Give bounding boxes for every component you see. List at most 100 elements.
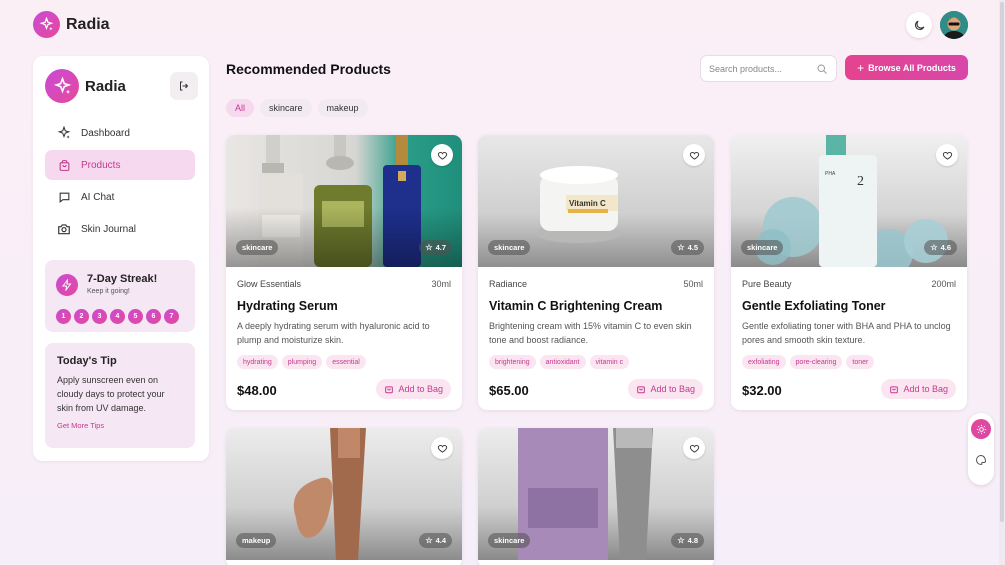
product-image: skincare ☆ 4.8: [478, 428, 714, 560]
add-to-bag-button[interactable]: Add to Bag: [628, 379, 703, 399]
product-brand: Radiance: [489, 279, 528, 289]
user-avatar[interactable]: [940, 11, 968, 39]
logout-button[interactable]: [170, 72, 198, 100]
product-name: Vitamin C Brightening Cream: [489, 299, 663, 313]
rating-badge: ☆ 4.6: [924, 240, 957, 255]
product-brand-line: Radiance 50ml: [489, 279, 703, 289]
light-mode-button[interactable]: [971, 419, 991, 439]
app-title: Radia: [66, 15, 110, 33]
sparkle-icon: [56, 125, 72, 141]
scrollbar-thumb[interactable]: [1000, 2, 1004, 522]
sidebar-item-skin-journal[interactable]: Skin Journal: [45, 214, 195, 244]
streak-days: 1 2 3 4 5 6 7: [56, 309, 182, 324]
product-card[interactable]: makeup ☆ 4.4: [226, 428, 462, 565]
product-price: $48.00: [237, 383, 277, 398]
lightning-icon: [56, 274, 78, 296]
product-price: $32.00: [742, 383, 782, 398]
top-bar: Radia: [0, 0, 1005, 50]
bag-icon: [385, 386, 394, 394]
product-description: Gentle exfoliating toner with BHA and PH…: [742, 321, 951, 345]
plus-icon: +: [857, 60, 865, 75]
product-card[interactable]: skincare ☆ 4.7 Glow Essentials 30ml Hydra…: [226, 135, 462, 410]
favorite-button[interactable]: [431, 144, 453, 166]
star-icon: ☆: [930, 243, 938, 252]
streak-day: 7: [164, 309, 179, 324]
sidebar-item-dashboard[interactable]: Dashboard: [45, 118, 195, 148]
more-tips-link[interactable]: Get More Tips: [57, 421, 183, 430]
svg-text:Vitamin C: Vitamin C: [569, 199, 606, 208]
search-input[interactable]: [709, 62, 814, 76]
add-to-bag-label: Add to Bag: [650, 384, 695, 394]
product-image: makeup ☆ 4.4: [226, 428, 462, 560]
favorite-button[interactable]: [683, 437, 705, 459]
streak-day: 3: [92, 309, 107, 324]
sidebar-nav: Dashboard Products AI Chat Skin Journal: [45, 118, 195, 246]
streak-day: 5: [128, 309, 143, 324]
tip-text: Apply sunscreen even on cloudy days to p…: [57, 375, 165, 413]
floating-toolbar: [968, 413, 994, 485]
sidebar-item-label: Dashboard: [81, 127, 130, 139]
product-size: 200ml: [931, 279, 956, 289]
streak-subtitle: Keep it going!: [87, 288, 130, 295]
product-card[interactable]: Vitamin C skincare ☆ 4.5 Radiance 50ml Vi…: [478, 135, 714, 410]
product-card[interactable]: skincare ☆ 4.8: [478, 428, 714, 565]
sidebar-brand-label: Radia: [85, 77, 126, 95]
filter-chip-all[interactable]: All: [226, 99, 255, 117]
product-card[interactable]: PHA 2 skincare ☆ 4.6 Pure Beauty 200ml Ge…: [731, 135, 967, 410]
favorite-button[interactable]: [936, 144, 958, 166]
sidebar-item-ai-chat[interactable]: AI Chat: [45, 182, 195, 212]
favorite-button[interactable]: [683, 144, 705, 166]
category-badge: skincare: [741, 240, 784, 255]
favorite-button[interactable]: [431, 437, 453, 459]
browse-button-label: Browse All Products: [868, 62, 956, 73]
product-image: Vitamin C skincare ☆ 4.5: [478, 135, 714, 267]
product-size: 50ml: [683, 279, 703, 289]
rating-value: 4.8: [687, 536, 698, 545]
sparkle-logo-icon: [45, 69, 79, 103]
palette-icon: [976, 454, 987, 466]
product-tag: essential: [326, 355, 366, 369]
filter-chip-skincare[interactable]: skincare: [260, 99, 312, 117]
search-icon[interactable]: [816, 63, 828, 75]
camera-icon: [56, 221, 72, 237]
rating-value: 4.6: [940, 243, 951, 252]
streak-day: 2: [74, 309, 89, 324]
rating-value: 4.4: [435, 536, 446, 545]
add-to-bag-label: Add to Bag: [398, 384, 443, 394]
product-tag: plumping: [281, 355, 323, 369]
palette-button[interactable]: [971, 450, 991, 470]
moon-icon: [914, 20, 924, 30]
chat-icon: [56, 189, 72, 205]
sidebar-brand[interactable]: Radia: [45, 69, 126, 103]
product-brand: Glow Essentials: [237, 279, 302, 289]
browse-all-products-button[interactable]: + Browse All Products: [845, 55, 968, 80]
add-to-bag-button[interactable]: Add to Bag: [376, 379, 451, 399]
product-tag: hydrating: [237, 355, 278, 369]
sidebar-item-products[interactable]: Products: [45, 150, 195, 180]
rating-badge: ☆ 4.8: [671, 533, 704, 548]
heart-icon: [689, 444, 699, 453]
sidebar-item-label: AI Chat: [81, 191, 115, 203]
heart-icon: [437, 444, 447, 453]
product-tag: vitamin c: [589, 355, 630, 369]
rating-badge: ☆ 4.5: [671, 240, 704, 255]
star-icon: ☆: [425, 536, 433, 545]
add-to-bag-button[interactable]: Add to Bag: [881, 379, 956, 399]
filter-chip-makeup[interactable]: makeup: [317, 99, 368, 117]
rating-value: 4.5: [687, 243, 698, 252]
streak-day: 1: [56, 309, 71, 324]
product-brand-line: Pure Beauty 200ml: [742, 279, 956, 289]
theme-toggle-button[interactable]: [906, 12, 932, 38]
star-icon: ☆: [677, 243, 685, 252]
category-filters: All skincare makeup: [226, 99, 374, 117]
tip-title: Today's Tip: [57, 355, 117, 367]
sparkle-logo-icon: [33, 11, 60, 38]
product-size: 30ml: [431, 279, 451, 289]
rating-badge: ☆ 4.4: [419, 533, 452, 548]
product-price: $65.00: [489, 383, 529, 398]
page-scrollbar[interactable]: [999, 0, 1005, 565]
heart-icon: [942, 151, 952, 160]
product-image: skincare ☆ 4.7: [226, 135, 462, 267]
app-brand[interactable]: Radia: [33, 11, 110, 38]
page-title: Recommended Products: [226, 61, 391, 77]
